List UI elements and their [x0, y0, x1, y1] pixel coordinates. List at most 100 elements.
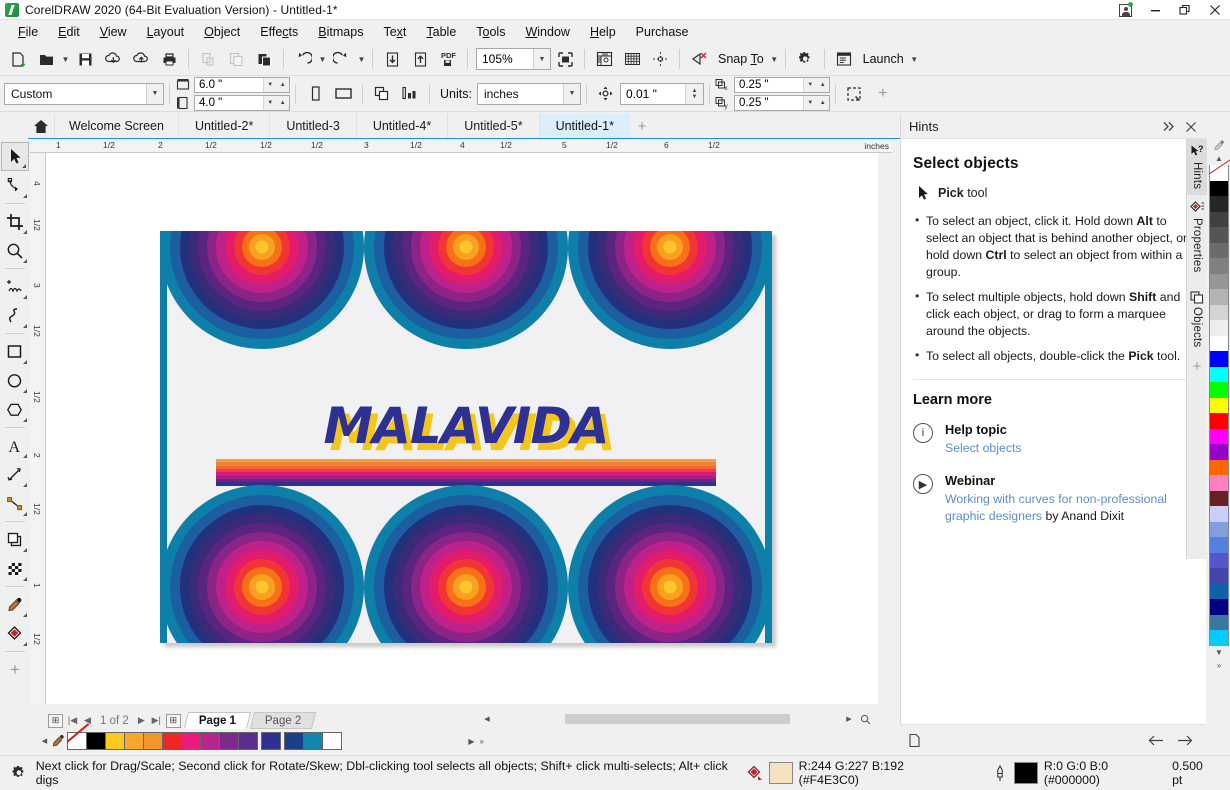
- drop-shadow-tool[interactable]: [1, 525, 29, 554]
- fill-color-icon[interactable]: [746, 765, 763, 782]
- flyout-arrow-icon[interactable]: [23, 324, 27, 328]
- zoom-tool[interactable]: [1, 236, 29, 265]
- help-topic-link[interactable]: Select objects: [945, 440, 1022, 457]
- nudge-offset-spinner[interactable]: ▲ ▼: [684, 83, 703, 104]
- flyout-arrow-icon[interactable]: [23, 295, 27, 299]
- nudge-offset-field[interactable]: ▲▼: [619, 82, 704, 105]
- paste-icon[interactable]: [250, 46, 278, 72]
- menu-view[interactable]: View: [90, 22, 137, 42]
- swatch-green[interactable]: [1209, 382, 1229, 398]
- outline-pen-icon[interactable]: [991, 764, 1008, 782]
- swatch-gray-20[interactable]: [1209, 304, 1229, 320]
- duplicate-x-field[interactable]: ▼▲: [733, 76, 830, 93]
- menu-object[interactable]: Object: [194, 22, 250, 42]
- flyout-arrow-icon[interactable]: [22, 164, 26, 168]
- swatch-none[interactable]: [1209, 165, 1229, 181]
- snap-to-caret-icon[interactable]: ▼: [769, 46, 780, 72]
- swatch-yellow[interactable]: [1209, 397, 1229, 413]
- swatch-red[interactable]: [162, 732, 182, 750]
- add-property-button[interactable]: +: [869, 81, 897, 107]
- text-tool[interactable]: A: [1, 431, 29, 460]
- outline-color-chip[interactable]: [1014, 762, 1038, 784]
- redo-history-caret-icon[interactable]: ▼: [356, 46, 367, 72]
- doctab-untitled-3[interactable]: Untitled-3: [269, 114, 356, 138]
- page-width-field[interactable]: ▼▲: [194, 76, 290, 93]
- straight-line-connector-tool[interactable]: [1, 489, 29, 518]
- page-tab-2[interactable]: Page 2: [249, 712, 317, 729]
- swatch-orange[interactable]: [1209, 459, 1229, 475]
- horizontal-ruler[interactable]: 1 1/2 2 1/2 1/2 1/2 3 1/2 4 1/2 5 1/2 6 …: [30, 139, 892, 153]
- swatch-sky[interactable]: [1209, 521, 1229, 537]
- flyout-arrow-icon[interactable]: [23, 389, 27, 393]
- add-page-after-icon[interactable]: ⊞: [165, 713, 181, 728]
- swatch-pink[interactable]: [1209, 475, 1229, 491]
- cloud-upload-icon[interactable]: [127, 46, 155, 72]
- launch-label[interactable]: Launch: [858, 52, 909, 66]
- status-options-gear-icon[interactable]: [6, 760, 32, 786]
- account-button[interactable]: [1110, 0, 1140, 20]
- docker-back-icon[interactable]: [1142, 727, 1170, 753]
- ellipse-tool[interactable]: [1, 366, 29, 395]
- flyout-arrow-icon[interactable]: [23, 512, 27, 516]
- menu-layout[interactable]: Layout: [137, 22, 195, 42]
- menu-effects[interactable]: Effects: [250, 22, 308, 42]
- swatch-gray-70[interactable]: [1209, 227, 1229, 243]
- launch-app-icon[interactable]: [830, 46, 858, 72]
- swatch-white[interactable]: [1209, 335, 1229, 351]
- swatch-fuchsia[interactable]: [200, 732, 220, 750]
- doctab-untitled-1[interactable]: Untitled-1*: [538, 114, 630, 138]
- last-page-icon[interactable]: ▶|: [149, 712, 164, 729]
- docker-collapse-icon[interactable]: [1159, 117, 1179, 137]
- swatch-teal[interactable]: [303, 732, 323, 750]
- export-icon[interactable]: [406, 46, 434, 72]
- swatch-maroon[interactable]: [1209, 490, 1229, 506]
- palette-expand-icon[interactable]: »: [1209, 659, 1229, 672]
- swatch-navy[interactable]: [284, 732, 304, 750]
- swatch-magenta[interactable]: [181, 732, 201, 750]
- swatch-cyan[interactable]: [1209, 366, 1229, 382]
- scroll-right-icon[interactable]: ▶: [842, 712, 856, 726]
- drawing-canvas[interactable]: MALAVIDA MALAVIDA: [46, 153, 878, 704]
- canvas-horizontal-scrollbar[interactable]: ◀ ▶: [480, 712, 878, 726]
- flyout-arrow-icon[interactable]: [23, 194, 27, 198]
- new-document-icon[interactable]: [4, 46, 32, 72]
- menu-tools[interactable]: Tools: [466, 22, 515, 42]
- swatch-gray-40[interactable]: [1209, 273, 1229, 289]
- flyout-arrow-icon[interactable]: [23, 230, 27, 234]
- swatch-yellow[interactable]: [105, 732, 125, 750]
- page-height-field[interactable]: ▼▲: [194, 94, 290, 111]
- rail-tab-objects[interactable]: Objects: [1187, 285, 1207, 353]
- zoom-to-fit-icon[interactable]: [858, 712, 872, 726]
- undo-icon[interactable]: [289, 46, 317, 72]
- launch-caret-icon[interactable]: ▼: [909, 46, 920, 72]
- publish-pdf-icon[interactable]: PDF: [434, 46, 462, 72]
- fill-color-chip[interactable]: [768, 762, 793, 784]
- cut-icon[interactable]: [194, 46, 222, 72]
- swatch-indigo[interactable]: [1209, 568, 1229, 584]
- swatch-black[interactable]: [86, 732, 106, 750]
- undo-history-caret-icon[interactable]: ▼: [317, 46, 328, 72]
- orientation-landscape-button[interactable]: [329, 81, 357, 107]
- polygon-tool[interactable]: [1, 395, 29, 424]
- doctab-welcome-screen[interactable]: Welcome Screen: [54, 114, 178, 138]
- palette-eyedropper-icon[interactable]: [1209, 139, 1229, 152]
- first-page-icon[interactable]: |◀: [65, 712, 80, 729]
- webinar-link[interactable]: Working with curves for non-professional…: [945, 491, 1188, 525]
- parallel-dimension-tool[interactable]: [1, 460, 29, 489]
- palette-scroll-left-icon[interactable]: ◀: [40, 732, 49, 750]
- swatch-gray-80[interactable]: [1209, 211, 1229, 227]
- palette-scroll-down-icon[interactable]: ▼: [1209, 646, 1229, 659]
- flyout-arrow-icon[interactable]: [23, 577, 27, 581]
- chevron-down-icon[interactable]: ▼: [562, 83, 580, 104]
- menu-window[interactable]: Window: [515, 22, 579, 42]
- menu-edit[interactable]: Edit: [48, 22, 90, 42]
- swatch-royal[interactable]: [1209, 552, 1229, 568]
- swatch-purple[interactable]: [219, 732, 239, 750]
- swatch-cornflower[interactable]: [1209, 537, 1229, 553]
- import-icon[interactable]: [378, 46, 406, 72]
- rail-tab-properties[interactable]: Properties: [1187, 195, 1207, 278]
- swatch-slate[interactable]: [1209, 614, 1229, 630]
- zoom-level-combo[interactable]: ▼: [476, 48, 551, 70]
- horizontal-scroll-thumb[interactable]: [565, 714, 790, 724]
- vertical-ruler[interactable]: 4 1/2 3 1/2 1/2 2 1/2 1 1/2: [30, 153, 46, 704]
